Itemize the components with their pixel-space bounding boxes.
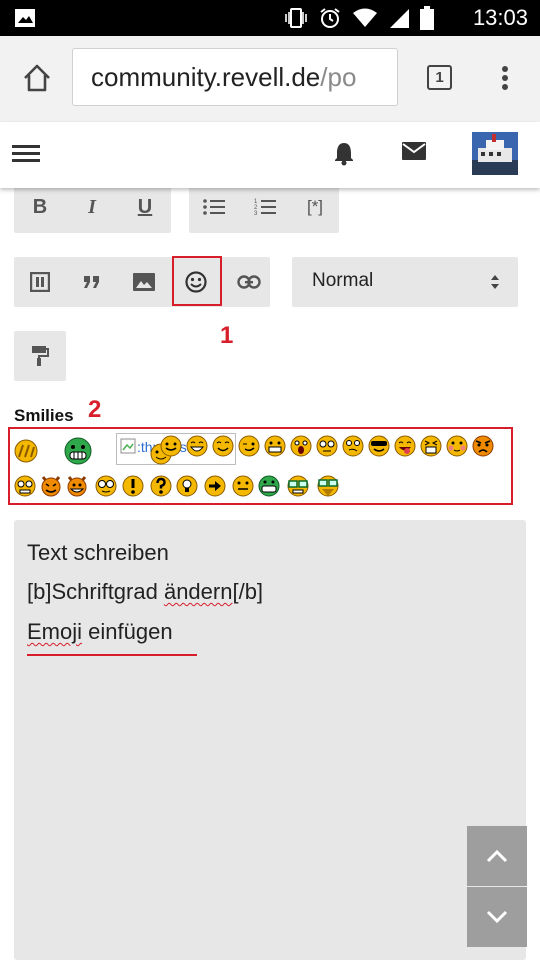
link-icon (237, 275, 261, 289)
home-icon[interactable] (22, 63, 52, 93)
notifications-bell-icon[interactable] (333, 140, 355, 166)
link-button[interactable] (227, 260, 271, 304)
smiley-geek-icon[interactable] (286, 475, 310, 497)
smilies-label: Smilies (14, 406, 74, 425)
code-button[interactable] (18, 260, 62, 304)
smiley-angry-icon[interactable] (472, 435, 494, 457)
editor-line-2-end: [/b] (232, 579, 264, 604)
format-select[interactable]: Normal (292, 257, 518, 307)
smiley-blush-icon[interactable] (446, 435, 468, 457)
image-button[interactable] (122, 260, 166, 304)
format-painter-button[interactable] (18, 334, 62, 378)
annotation-number-2: 2 (88, 396, 102, 423)
arrow-right-icon[interactable] (204, 475, 226, 497)
smiley-surprised-icon[interactable] (290, 435, 312, 457)
annotation-number-1: 1 (220, 322, 234, 349)
select-arrows-icon (491, 275, 499, 289)
smiley-happy-icon[interactable] (212, 435, 234, 457)
signal-icon (390, 9, 409, 28)
smiley-cool-icon[interactable] (368, 435, 390, 457)
messages-mail-icon[interactable] (402, 142, 426, 160)
tab-count: 1 (435, 69, 444, 86)
smiley-smile-icon[interactable] (160, 435, 182, 457)
image-icon (133, 273, 155, 291)
smiley-laugh-icon[interactable] (186, 435, 208, 457)
editor-line-2-start: [b]Schriftgrad (27, 579, 164, 604)
question-icon[interactable] (150, 475, 172, 497)
list-item-label: [*] (306, 197, 324, 216)
smiley-neutral-icon[interactable] (232, 475, 254, 497)
text-style-group: B I U (14, 182, 171, 233)
numbered-list-icon: 123 (254, 199, 276, 217)
svg-text:3: 3 (254, 211, 258, 217)
battery-icon (420, 6, 434, 30)
more-options-icon[interactable] (501, 65, 509, 91)
tab-switcher-button[interactable]: 1 (427, 65, 452, 90)
smiley-green-grin-small-icon[interactable] (258, 475, 280, 497)
smiley-geek-beard-icon[interactable] (316, 475, 340, 497)
user-avatar[interactable] (472, 132, 518, 175)
smiley-rolleyes-icon[interactable] (342, 435, 364, 457)
smiley-lol-icon[interactable] (420, 435, 442, 457)
underline-label: U (137, 195, 153, 218)
smiley-tongue-icon[interactable] (394, 435, 416, 457)
numbered-list-button[interactable]: 123 (243, 185, 287, 229)
paint-roller-icon (32, 346, 49, 366)
code-block-icon (30, 272, 50, 292)
chevron-down-icon (486, 910, 508, 924)
list-item-button[interactable]: [*] (293, 185, 337, 229)
insert-group (14, 257, 270, 307)
hamburger-menu-icon[interactable] (12, 143, 40, 165)
smiley-clap-icon[interactable] (14, 439, 38, 463)
exclamation-icon[interactable] (122, 475, 144, 497)
alarm-icon (320, 8, 340, 28)
bold-label: B (32, 195, 48, 218)
format-painter-group (14, 331, 66, 381)
quote-icon (84, 276, 99, 288)
image-notification-icon (15, 9, 35, 27)
url-domain: community.revell.de (91, 62, 321, 92)
underline-button[interactable]: U (123, 185, 167, 229)
bold-button[interactable]: B (18, 185, 62, 229)
vibrate-icon (285, 8, 307, 28)
editor-line-1: Text schreiben (27, 540, 169, 565)
clock: 13:03 (472, 5, 528, 30)
smiley-green-grin-icon[interactable] (64, 437, 92, 465)
editor-word-einfuegen: einfügen (88, 619, 173, 644)
bullet-list-button[interactable] (192, 185, 236, 229)
list-group: 123 [*] (189, 182, 339, 233)
smiley-nerd-icon[interactable] (14, 475, 36, 497)
bullet-list-icon (203, 199, 225, 215)
scroll-up-button[interactable] (467, 826, 527, 886)
italic-button[interactable]: I (70, 185, 114, 229)
browser-toolbar: community.revell.de/po 1 (0, 36, 540, 123)
url-bar[interactable]: community.revell.de/po (72, 48, 398, 106)
italic-label: I (88, 195, 96, 218)
smiley-wink-icon[interactable] (238, 435, 260, 457)
status-bar: 13:03 (0, 0, 540, 36)
url-path: /po (320, 62, 357, 92)
misspelled-word-emoji: Emoji (27, 619, 83, 644)
editor-line-3: Emoji einfügen (27, 619, 173, 645)
site-header (0, 122, 540, 188)
format-select-value: Normal (312, 270, 374, 291)
scroll-down-button[interactable] (467, 887, 527, 947)
wifi-icon (353, 8, 377, 27)
broken-image-icon (120, 438, 136, 454)
smiley-grimace-icon[interactable] (264, 435, 286, 457)
smilies-panel: :thumbsup: (8, 427, 513, 505)
smiley-dizzy-icon[interactable] (94, 475, 118, 497)
smiley-eek-icon[interactable] (316, 435, 338, 457)
quote-button[interactable] (70, 260, 114, 304)
chevron-up-icon (486, 849, 508, 863)
editor-line-2: [b]Schriftgrad ändern[/b] (27, 579, 263, 605)
message-textarea[interactable]: Text schreiben [b]Schriftgrad ändern[/b]… (14, 520, 526, 960)
smiley-evil-icon[interactable] (40, 475, 62, 497)
text-cursor-underline (27, 654, 197, 656)
misspelled-word-aendern: ändern (163, 579, 233, 604)
smiley-twisted-icon[interactable] (66, 475, 88, 497)
emoji-button-highlight (172, 256, 222, 306)
idea-bulb-icon[interactable] (176, 475, 198, 497)
